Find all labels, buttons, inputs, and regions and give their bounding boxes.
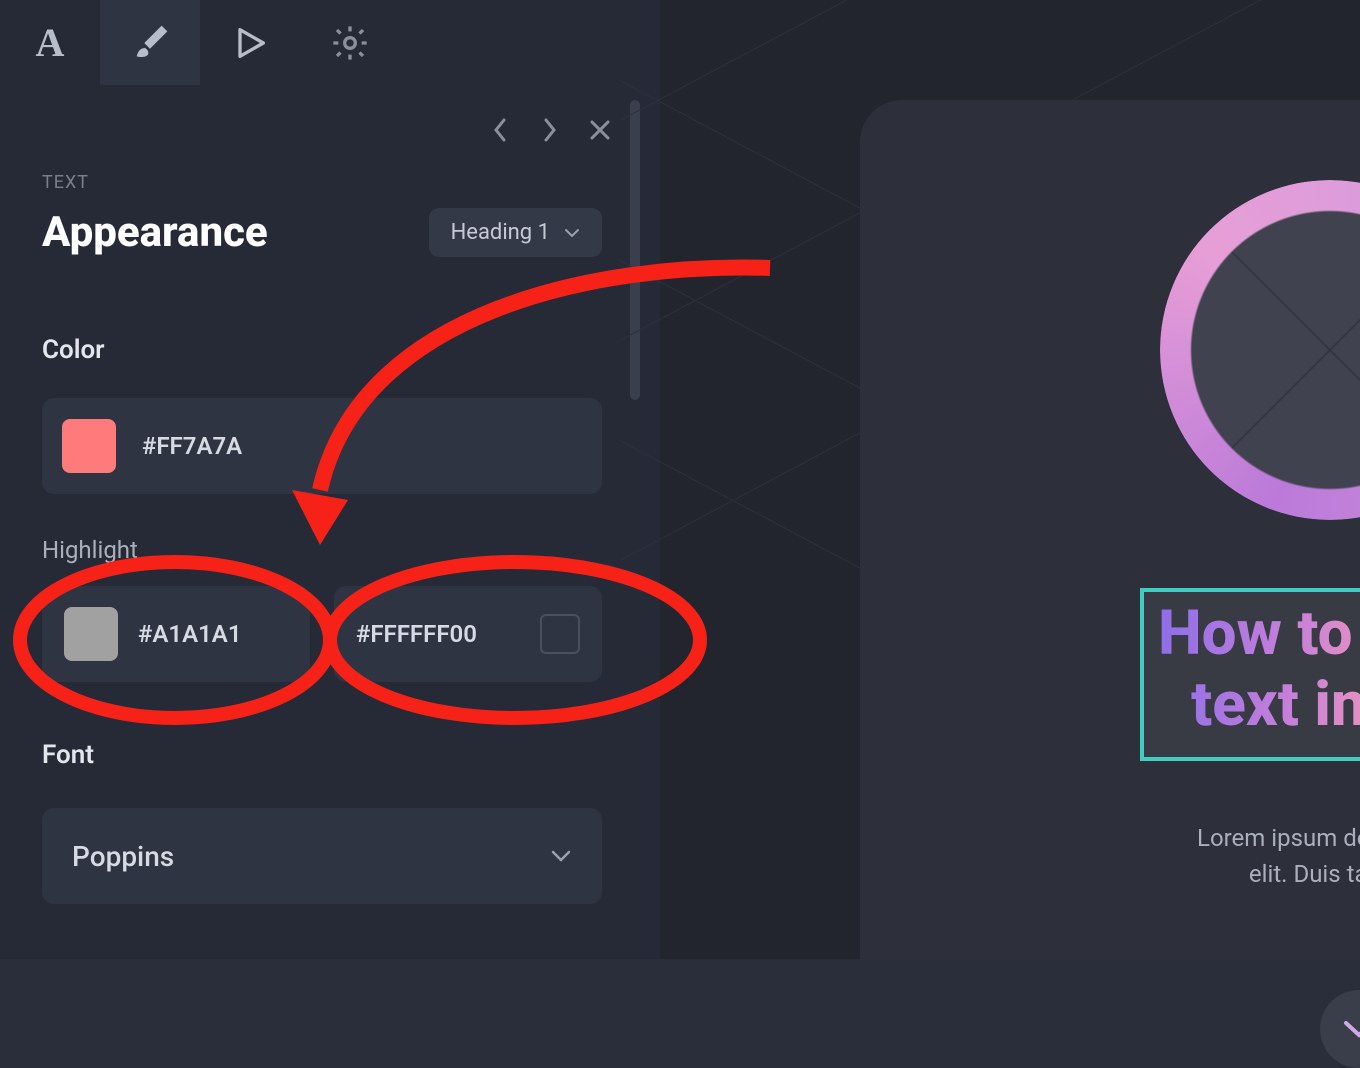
text-style-dropdown[interactable]: Heading 1	[429, 208, 602, 257]
inspector-panel: A TEXT	[0, 0, 660, 959]
chevron-down-icon	[564, 223, 580, 242]
body-text-element[interactable]: Lorem ipsum dolor sit amet co elit. Duis…	[1120, 820, 1360, 892]
brush-tool-tab[interactable]	[100, 0, 200, 85]
highlight-start-hex: #A1A1A1	[138, 620, 242, 648]
body-line-1: Lorem ipsum dolor sit amet co	[1120, 820, 1360, 856]
text-color-field[interactable]: #FF7A7A	[42, 398, 602, 494]
chevron-right-icon	[541, 116, 559, 144]
font-dropdown[interactable]: Poppins	[42, 808, 602, 904]
color-label: Color	[42, 335, 105, 365]
placeholder-image[interactable]	[1160, 180, 1360, 520]
ring-graphic	[1160, 180, 1360, 520]
tool-tabs: A	[0, 0, 660, 85]
highlight-label: Highlight	[42, 536, 138, 564]
text-color-hex: #FF7A7A	[142, 432, 242, 460]
text-color-swatch[interactable]	[62, 419, 116, 473]
selected-text-element[interactable]: How to hig text in C	[1140, 588, 1360, 761]
font-label: Font	[42, 740, 94, 770]
highlight-row: #A1A1A1 #FFFFFF00	[42, 586, 602, 682]
settings-tool-tab[interactable]	[300, 0, 400, 85]
highlight-start-field[interactable]: #A1A1A1	[42, 586, 310, 682]
panel-back-button[interactable]	[485, 115, 515, 145]
panel-title: Appearance	[42, 208, 268, 257]
chevron-left-icon	[491, 116, 509, 144]
chevron-down-icon	[550, 844, 572, 869]
section-label: TEXT	[42, 172, 89, 193]
font-value: Poppins	[72, 840, 174, 873]
panel-forward-button[interactable]	[535, 115, 565, 145]
highlight-end-field[interactable]: #FFFFFF00	[334, 586, 602, 682]
play-icon	[230, 23, 270, 63]
highlight-end-swatch[interactable]	[540, 614, 580, 654]
text-tool-tab[interactable]: A	[0, 0, 100, 85]
text-style-value: Heading 1	[451, 220, 550, 245]
panel-nav	[485, 115, 615, 145]
panel-close-button[interactable]	[585, 115, 615, 145]
body-line-2: elit. Duis taciti ad lito	[1120, 856, 1360, 892]
play-tool-tab[interactable]	[200, 0, 300, 85]
highlight-start-swatch[interactable]	[64, 607, 118, 661]
canvas-card[interactable]: How to hig text in C Lorem ipsum dolor s…	[860, 100, 1360, 960]
scroll-down-button[interactable]	[1320, 990, 1360, 1068]
panel-scrollbar[interactable]	[630, 100, 640, 400]
title-line-1: How to hig	[1158, 598, 1360, 669]
design-canvas[interactable]: How to hig text in C Lorem ipsum dolor s…	[660, 0, 1360, 959]
close-icon	[588, 118, 612, 142]
text-tool-icon: A	[36, 19, 65, 66]
title-line-2: text in C	[1158, 669, 1360, 740]
highlight-end-hex: #FFFFFF00	[356, 620, 477, 648]
appearance-title-row: Appearance Heading 1	[42, 208, 602, 257]
chevron-down-icon	[1342, 1019, 1360, 1039]
brush-icon	[130, 23, 170, 63]
gear-icon	[330, 23, 370, 63]
